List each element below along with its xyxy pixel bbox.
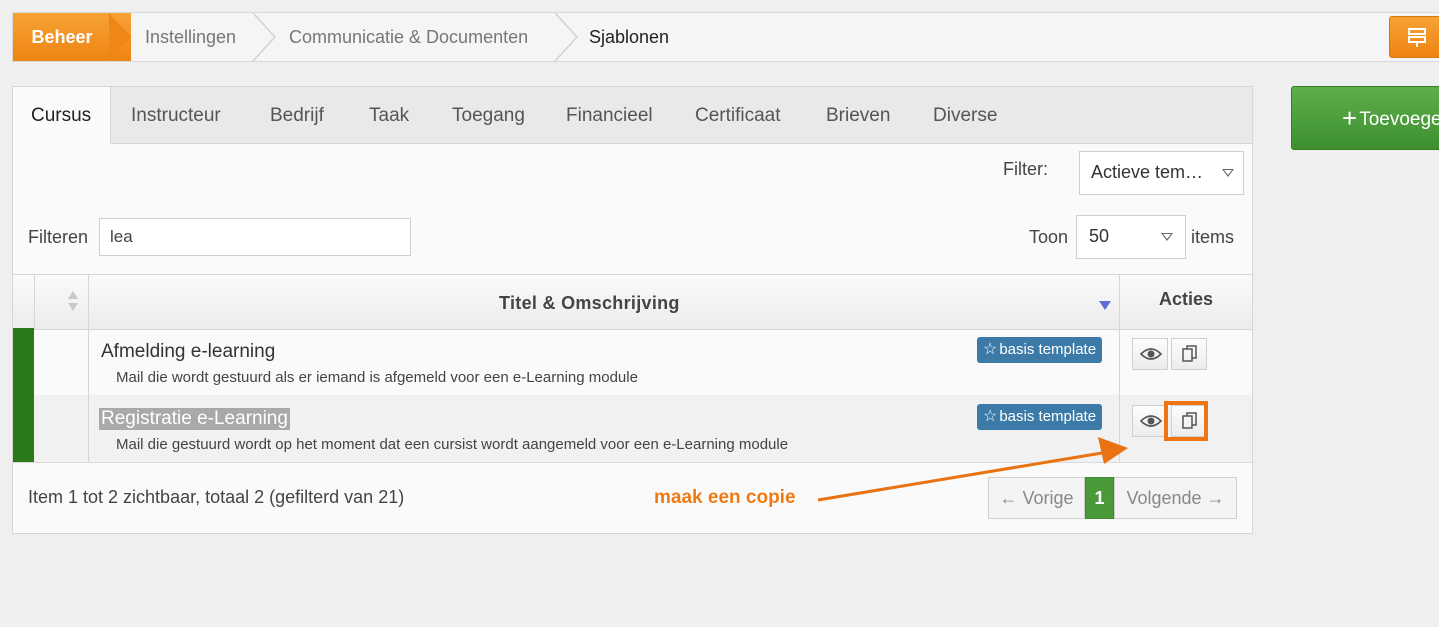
eye-icon [1140,415,1162,427]
breadcrumb-separator [252,13,277,61]
view-button[interactable] [1132,405,1168,437]
templates-panel: Cursus Instructeur Bedrijf Taak Toegang … [12,86,1253,534]
breadcrumb-home-label: Beheer [31,27,93,47]
pagination-prev[interactable]: ← Vorige [988,477,1085,519]
filter-select[interactable]: Actieve tem… [1079,151,1244,195]
search-input[interactable] [99,218,411,256]
chevron-down-icon [1161,233,1173,241]
tab-cursus[interactable]: Cursus [13,87,111,144]
plus-icon: + [1342,103,1358,133]
basis-template-badge: ☆ basis template [977,337,1103,363]
template-description: Mail die gestuurd wordt op het moment da… [116,436,789,453]
table-header: Titel & Omschrijving Acties [13,274,1252,330]
sort-icon[interactable] [67,290,79,312]
pagination-summary: Item 1 tot 2 zichtbaar, totaal 2 (gefilt… [28,487,405,507]
filter-label: Filter: [1003,159,1048,179]
search-label: Filteren [28,227,89,247]
eye-icon [1140,348,1162,360]
annotation-label: maak een copie [654,487,796,508]
page-size-label: Toon [1029,227,1069,247]
chevron-down-icon [1222,169,1234,177]
template-title[interactable]: Registratie e-Learning [99,408,290,430]
basis-template-badge: ☆ basis template [977,404,1103,430]
breadcrumb-current: Sjablonen [589,27,670,47]
pagination-next[interactable]: Volgende → [1114,477,1237,519]
tab-certificaat[interactable]: Certificaat [695,87,781,143]
tab-financieel[interactable]: Financieel [566,87,653,143]
table-row: Registratie e-Learning Mail die gestuurd… [13,395,1252,463]
breadcrumb-separator [554,13,579,61]
add-template-button[interactable]: +Toevoegen [1291,86,1439,150]
table-row: Afmelding e-learning Mail die wordt gest… [13,328,1252,396]
page-size-suffix: items [1191,227,1235,247]
tab-taak[interactable]: Taak [369,87,409,143]
breadcrumb-home-arrow [109,13,131,61]
tab-brieven[interactable]: Brieven [826,87,890,143]
page-size-value: 50 [1089,226,1110,246]
breadcrumb-item-instellingen[interactable]: Instellingen [145,13,236,61]
copy-button[interactable] [1171,338,1207,370]
tab-toegang[interactable]: Toegang [452,87,525,143]
breadcrumb: Beheer Instellingen Communicatie & Docum… [12,12,1439,62]
active-indicator [13,395,34,462]
tab-instructeur[interactable]: Instructeur [131,87,221,143]
template-description: Mail die wordt gestuurd als er iemand is… [116,369,638,386]
tab-diverse[interactable]: Diverse [933,87,997,143]
sort-desc-icon [1099,301,1111,310]
add-button-label: Toevoegen [1359,109,1439,130]
tab-bedrijf[interactable]: Bedrijf [270,87,324,143]
active-indicator [13,328,34,395]
template-title[interactable]: Afmelding e-learning [101,341,275,363]
menu-toggle-button[interactable] [1389,16,1439,58]
view-button[interactable] [1132,338,1168,370]
copy-button-highlight [1164,401,1208,441]
column-header-title[interactable]: Titel & Omschrijving [499,293,680,314]
breadcrumb-item-communicatie[interactable]: Communicatie & Documenten [289,13,528,61]
pagination-page-1[interactable]: 1 [1085,477,1114,519]
page-size-select[interactable]: 50 [1076,215,1186,259]
copy-icon [1182,345,1197,362]
signpost-icon [1408,28,1426,47]
filter-select-value: Actieve tem… [1091,162,1204,182]
star-icon: ☆ [983,408,998,425]
star-icon: ☆ [983,341,998,358]
category-tabs: Cursus Instructeur Bedrijf Taak Toegang … [13,87,1252,144]
column-header-actions: Acties [1159,289,1214,309]
